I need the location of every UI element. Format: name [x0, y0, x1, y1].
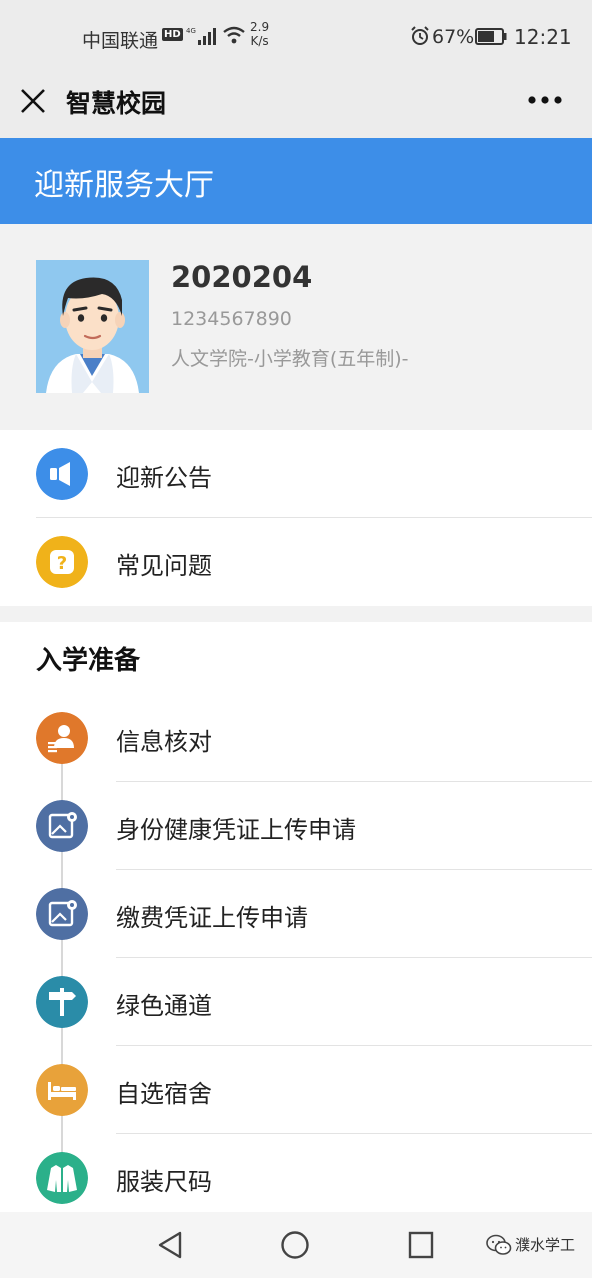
hall-title: 迎新服务大厅: [34, 168, 214, 203]
user-info-icon: [36, 712, 88, 764]
back-icon[interactable]: [156, 1230, 184, 1260]
list-item-payment-upload[interactable]: 缴费凭证上传申请: [0, 870, 592, 958]
list-item-label: 常见问题: [116, 552, 212, 580]
list-item-health-upload[interactable]: 身份健康凭证上传申请: [0, 782, 592, 870]
more-options-icon[interactable]: [528, 95, 562, 105]
list-item-label: 自选宿舍: [116, 1080, 212, 1108]
carrier-name: 中国联通: [82, 30, 159, 52]
system-nav-bar: 濮水学工: [0, 1212, 592, 1278]
network-speed: 2.9 K/s: [250, 20, 270, 48]
list-item-announcement[interactable]: 迎新公告: [0, 430, 592, 518]
list-item-green-channel[interactable]: 绿色通道: [0, 958, 592, 1046]
wechat-logo-icon: [486, 1234, 512, 1255]
student-profile: 2020204 1234567890 人文学院-小学教育(五年制)-: [0, 224, 592, 430]
section-title: 入学准备: [36, 646, 141, 676]
list-item-uniform-size[interactable]: 服装尺码: [0, 1134, 592, 1222]
signpost-icon: [36, 976, 88, 1028]
list-item-info-check[interactable]: 信息核对: [0, 694, 592, 782]
list-item-label: 迎新公告: [116, 464, 212, 492]
avatar: [36, 260, 149, 393]
student-id: 2020204: [171, 260, 313, 294]
notice-section: 迎新公告 ? 常见问题: [0, 430, 592, 606]
hd-badge: HD: [162, 28, 183, 41]
home-icon[interactable]: [280, 1230, 310, 1260]
list-item-label: 缴费凭证上传申请: [116, 904, 308, 932]
svg-text:4G: 4G: [186, 27, 196, 35]
enrollment-prep-section: 入学准备 信息核对 身份健康凭证上传申请 缴费凭证上传申请 绿色通道 自选宿舍 …: [0, 622, 592, 1212]
list-item-label: 身份健康凭证上传申请: [116, 816, 356, 844]
battery-icon: [475, 28, 507, 45]
alarm-icon: [411, 26, 429, 45]
recent-apps-icon[interactable]: [408, 1231, 434, 1259]
battery-percent: 67%: [432, 26, 475, 48]
megaphone-icon: [36, 448, 88, 500]
student-major: 人文学院-小学教育(五年制)-: [171, 348, 409, 370]
list-item-faq[interactable]: ? 常见问题: [0, 518, 592, 606]
clock: 12:21: [514, 25, 572, 49]
close-icon[interactable]: [18, 86, 48, 116]
status-bar: 中国联通 HD 4G 2.9 K/s 67% 12:21: [0, 0, 592, 72]
bed-icon: [36, 1064, 88, 1116]
question-icon: ?: [36, 536, 88, 588]
watermark-text: 濮水学工: [515, 1236, 576, 1254]
map-upload-icon: [36, 888, 88, 940]
map-upload-icon: [36, 800, 88, 852]
list-item-label: 信息核对: [116, 728, 212, 756]
list-item-label: 服装尺码: [116, 1168, 212, 1196]
svg-text:?: ?: [57, 553, 67, 574]
jacket-icon: [36, 1152, 88, 1204]
list-item-label: 绿色通道: [116, 992, 212, 1020]
hall-header: 迎新服务大厅: [0, 138, 592, 224]
student-number: 1234567890: [171, 308, 292, 330]
page-title: 智慧校园: [66, 89, 167, 118]
list-item-dorm-select[interactable]: 自选宿舍: [0, 1046, 592, 1134]
avatar-illustration: [36, 260, 149, 393]
signal-icon: 4G: [186, 27, 216, 45]
app-top-bar: 智慧校园: [0, 72, 592, 138]
wifi-icon: [223, 26, 245, 44]
